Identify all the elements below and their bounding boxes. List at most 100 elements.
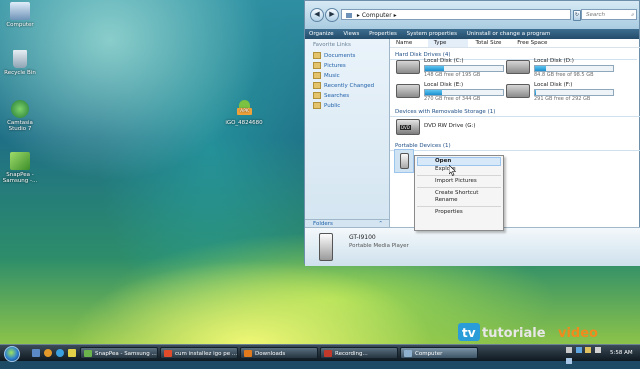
search-input[interactable]: Search ⌕ — [581, 9, 637, 20]
drive-e[interactable]: Local Disk (E:) 270 GB free of 344 GB — [396, 82, 506, 104]
properties-button[interactable]: Properties — [365, 29, 401, 39]
drive-usage-bar — [424, 89, 504, 96]
drive-name: DVD RW Drive (G:) — [424, 123, 476, 129]
desktop-icon-snappea[interactable]: SnapPea - Samsung -... — [0, 152, 40, 184]
quick-launch-icon[interactable] — [68, 349, 76, 357]
drive-free-space: 270 GB free of 344 GB — [424, 96, 481, 102]
favorite-pictures[interactable]: Pictures — [305, 61, 389, 71]
taskbar-button-label: cum installez igo pe ... — [175, 351, 238, 357]
browser-icon — [164, 350, 172, 357]
chevron-right-icon: ▸ — [393, 12, 397, 19]
menu-item-rename[interactable]: Rename — [415, 197, 503, 204]
favorite-recently-changed[interactable]: Recently Changed — [305, 81, 389, 91]
portable-device-gt-i9100[interactable] — [394, 149, 414, 173]
menu-separator — [417, 206, 501, 207]
desktop-icon-label: Computer — [6, 22, 34, 28]
quick-launch-icon[interactable] — [44, 349, 52, 357]
taskbar-button-computer[interactable]: Computer — [400, 347, 478, 359]
menu-item-explore[interactable]: Explore — [415, 166, 503, 173]
tray-icon[interactable] — [575, 347, 582, 353]
column-type[interactable]: Type — [427, 39, 468, 47]
recycle-bin-icon — [13, 50, 27, 68]
folder-icon — [313, 82, 321, 89]
column-name[interactable]: Name — [390, 39, 426, 47]
search-icon: ⌕ — [630, 12, 634, 18]
favorite-searches[interactable]: Searches — [305, 91, 389, 101]
organize-button[interactable]: Organize — [305, 29, 338, 39]
folder-icon — [313, 92, 321, 99]
system-tray — [565, 347, 609, 364]
favorite-label: Recently Changed — [324, 83, 375, 89]
uninstall-program-button[interactable]: Uninstall or change a program — [463, 29, 555, 39]
tray-icon[interactable] — [585, 347, 592, 353]
desktop-icon-apk[interactable]: APK iGO_4824680 — [224, 100, 264, 126]
details-device-name: GT-I9100 — [349, 234, 376, 241]
taskbar: SnapPea - Samsung ... cum installez igo … — [0, 344, 640, 364]
desktop-icon-label: Recycle Bin — [4, 70, 36, 76]
back-button[interactable]: ◀ — [310, 8, 324, 22]
favorite-documents[interactable]: Documents — [305, 51, 389, 61]
logo-word-2: video — [558, 326, 598, 341]
dvd-drive-g[interactable]: DVD DVD RW Drive (G:) — [396, 119, 506, 137]
mouse-cursor-icon — [449, 165, 456, 176]
taskbar-clock[interactable]: 5:58 AM — [610, 345, 640, 361]
drive-name: Local Disk (C:) — [424, 58, 464, 64]
downloads-icon — [244, 350, 252, 357]
drive-free-space: 148 GB free of 195 GB — [424, 72, 481, 78]
column-free-space[interactable]: Free Space — [511, 39, 557, 47]
address-bar[interactable]: ▸ Computer ▸ — [341, 9, 571, 20]
computer-icon — [404, 350, 412, 357]
command-bar: Organize Views Properties System propert… — [305, 29, 639, 39]
recording-icon — [324, 350, 332, 357]
favorite-label: Searches — [324, 93, 350, 99]
desktop-icon-label: SnapPea - Samsung -... — [2, 172, 38, 184]
desktop-icon-computer[interactable]: Computer — [0, 2, 40, 28]
quick-launch-icon[interactable] — [32, 349, 40, 357]
drive-free-space: 291 GB free of 292 GB — [534, 96, 591, 102]
group-removable-storage: Devices with Removable Storage (1) — [390, 106, 640, 117]
refresh-button[interactable]: ↻ — [573, 10, 581, 21]
snappea-icon — [10, 152, 30, 170]
menu-separator — [417, 187, 501, 188]
group-portable-devices: Portable Devices (1) — [390, 140, 640, 151]
taskbar-button-label: Computer — [415, 351, 443, 357]
system-properties-button[interactable]: System properties — [403, 29, 461, 39]
drive-d[interactable]: Local Disk (D:) 84.8 GB free of 98.5 GB — [506, 58, 616, 80]
favorite-music[interactable]: Music — [305, 71, 389, 81]
favorite-links-header: Favorite Links — [313, 42, 351, 48]
tray-icon[interactable] — [594, 347, 601, 353]
tray-icon[interactable] — [566, 347, 572, 353]
folder-icon — [313, 102, 321, 109]
breadcrumb-computer[interactable]: Computer — [362, 12, 392, 19]
quick-launch-icon[interactable] — [56, 349, 64, 357]
drive-name: Local Disk (E:) — [424, 82, 464, 88]
forward-button[interactable]: ▶ — [325, 8, 339, 22]
menu-item-import-pictures[interactable]: Import Pictures — [415, 178, 503, 185]
column-total-size[interactable]: Total Size — [470, 39, 510, 47]
taskbar-button-browser[interactable]: cum installez igo pe ... — [160, 347, 238, 359]
device-large-icon — [319, 233, 333, 261]
taskbar-button-downloads[interactable]: Downloads — [240, 347, 318, 359]
favorite-public[interactable]: Public — [305, 101, 389, 111]
taskbar-button-snappea[interactable]: SnapPea - Samsung ... — [80, 347, 158, 359]
logo-word-1: tutoriale — [482, 326, 546, 341]
views-button[interactable]: Views — [339, 29, 363, 39]
taskbar-button-recording[interactable]: Recording... — [320, 347, 398, 359]
favorite-label: Public — [324, 103, 341, 109]
volume-icon[interactable] — [566, 358, 572, 364]
menu-item-properties[interactable]: Properties — [415, 209, 503, 216]
window-title-bar: ◀ ▶ ▸ Computer ▸ ↻ Search ⌕ — [305, 1, 639, 29]
hard-drive-icon — [506, 60, 530, 74]
chevron-right-icon: ▸ — [356, 12, 360, 19]
menu-item-open[interactable]: Open — [417, 157, 501, 166]
desktop-icon-recycle-bin[interactable]: Recycle Bin — [0, 50, 40, 76]
tutoriale-video-logo: tv tutoriale video — [458, 323, 598, 341]
details-pane: GT-I9100 Portable Media Player — [305, 227, 640, 266]
drive-f[interactable]: Local Disk (F:) 291 GB free of 292 GB — [506, 82, 616, 104]
desktop-icon-camtasia[interactable]: Camtasia Studio 7 — [0, 100, 40, 132]
drive-usage-fill — [535, 90, 536, 95]
menu-item-create-shortcut[interactable]: Create Shortcut — [415, 190, 503, 197]
drive-usage-fill — [425, 66, 444, 71]
desktop-icon-label: iGO_4824680 — [225, 120, 263, 126]
drive-c[interactable]: Local Disk (C:) 148 GB free of 195 GB — [396, 58, 506, 80]
